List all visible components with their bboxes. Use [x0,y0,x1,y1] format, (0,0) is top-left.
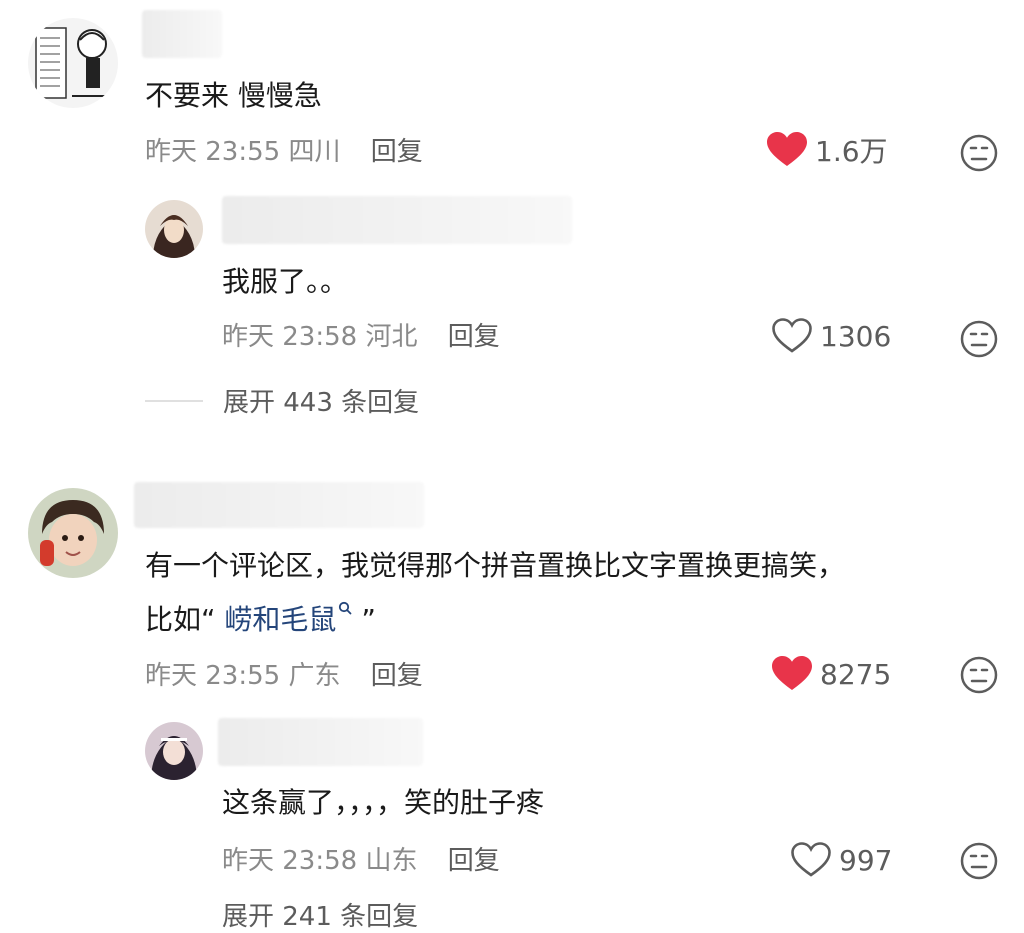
search-link[interactable]: 崂和毛鼠 [224,601,352,636]
expand-replies-label: 展开 443 条回复 [223,388,420,418]
username[interactable] [222,196,572,244]
comment-location: 四川 [288,137,341,167]
reply-button[interactable]: 回复 [448,846,500,876]
expand-replies-button[interactable]: 展开 241 条回复 [222,896,418,933]
avatar[interactable] [28,488,118,578]
like-count: 1.6万 [815,135,888,168]
reply-text: 这条赢了，，，，笑的肚子疼 [222,786,545,819]
username[interactable] [142,10,222,58]
reply-location: 山东 [365,846,418,876]
like-count: 997 [839,843,893,877]
comment-location: 广东 [288,661,341,691]
reply-button[interactable]: 回复 [448,322,500,352]
comment-meta: 昨天 23:55 广东 回复 [145,655,423,692]
reply-meta: 昨天 23:58 河北 回复 [222,316,500,353]
reply-meta: 昨天 23:58 山东 回复 [222,840,500,877]
comment-text-suffix: ” [352,603,376,636]
reply-button[interactable]: 回复 [371,661,423,691]
divider [145,399,203,402]
dislike-face-icon[interactable] [960,134,998,172]
avatar[interactable] [145,722,203,780]
avatar[interactable] [145,200,203,258]
like-button[interactable]: 1.6万 [767,130,888,170]
reply-location: 河北 [365,322,418,352]
like-button[interactable]: 997 [791,842,892,878]
reply-button[interactable]: 回复 [371,137,423,167]
comment-text-prefix: 比如“ [145,603,225,636]
like-button[interactable]: 1306 [772,318,891,354]
heart-filled-icon [767,132,807,166]
search-icon [339,601,352,615]
comment-time: 昨天 23:55 [145,137,281,167]
comment-text-line2: 比如“ 崂和毛鼠 ” [145,600,376,640]
reply-text: 我服了。。 [222,265,349,298]
dislike-face-icon[interactable] [960,656,998,694]
reply-time: 昨天 23:58 [222,846,358,876]
search-link-text: 崂和毛鼠 [224,603,337,636]
heart-outline-icon [772,318,812,353]
comment-text: 不要来 慢慢急 [145,79,322,112]
like-button[interactable]: 8275 [772,656,891,692]
heart-outline-icon [791,842,831,877]
reply-time: 昨天 23:58 [222,322,358,352]
comment-meta: 昨天 23:55 四川 回复 [145,131,423,168]
comment-text: 有一个评论区，我觉得那个拼音置换比文字置换更搞笑， [145,549,846,582]
expand-replies-label: 展开 241 条回复 [222,902,419,932]
username[interactable] [134,482,424,528]
username[interactable] [218,718,423,766]
dislike-face-icon[interactable] [960,842,998,880]
like-count: 8275 [820,657,892,691]
dislike-face-icon[interactable] [960,320,998,358]
expand-replies-button[interactable]: 展开 443 条回复 [145,382,419,419]
like-count: 1306 [820,319,892,353]
heart-filled-icon [772,656,812,690]
comment-time: 昨天 23:55 [145,661,281,691]
avatar[interactable] [28,18,118,108]
